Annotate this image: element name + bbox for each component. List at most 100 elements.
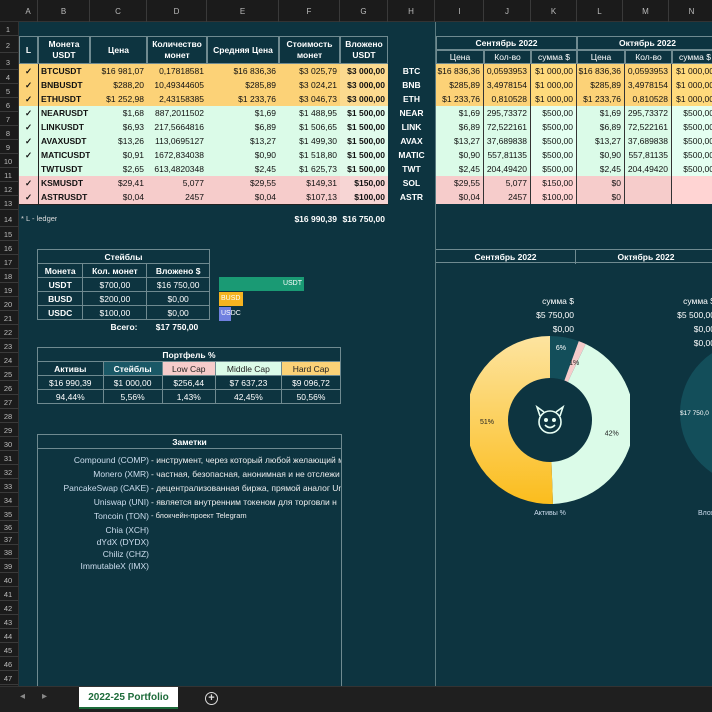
stables-cell[interactable]: USDC xyxy=(36,305,84,320)
month-cell[interactable]: $500,00 xyxy=(672,120,712,134)
row-header[interactable]: 9 xyxy=(0,140,18,154)
row-header[interactable]: 16 xyxy=(0,241,18,255)
month-cell[interactable]: 0,810528 xyxy=(484,92,531,106)
cell-price[interactable]: $1 252,98 xyxy=(90,92,147,106)
month-cell[interactable]: 295,73372 xyxy=(484,106,531,120)
prev-sheet-icon[interactable]: ◂ xyxy=(20,691,25,702)
cell-invested[interactable]: $3 000,00 xyxy=(340,78,388,92)
column-header[interactable]: D xyxy=(147,0,207,22)
row-header[interactable]: 1 xyxy=(0,22,18,36)
cell-coin[interactable]: AVAXUSDT xyxy=(38,134,90,148)
stables-cell[interactable]: USDT xyxy=(36,277,84,292)
column-header[interactable]: C xyxy=(90,0,147,22)
row-header[interactable]: 19 xyxy=(0,283,18,297)
cell-coin[interactable]: NEARUSDT xyxy=(38,106,90,120)
stables-cell[interactable]: $100,00 xyxy=(82,305,148,320)
row-header[interactable]: 40 xyxy=(0,573,18,587)
row-header[interactable]: 13 xyxy=(0,196,18,210)
cell-avg[interactable]: $0,04 xyxy=(207,190,279,204)
cell-qty[interactable]: 2,43158385 xyxy=(147,92,207,106)
cell-invested[interactable]: $150,00 xyxy=(340,176,388,190)
cell-price[interactable]: $0,04 xyxy=(90,190,147,204)
column-header[interactable]: H xyxy=(388,0,435,22)
portfolio-value[interactable]: $7 637,23 xyxy=(214,375,282,390)
row-header[interactable]: 30 xyxy=(0,437,18,451)
stables-cell[interactable]: $200,00 xyxy=(82,291,148,306)
portfolio-percent[interactable]: 1,43% xyxy=(161,389,216,404)
month-cell[interactable]: $1,69 xyxy=(436,106,484,120)
month-cell[interactable]: $16 836,36 xyxy=(436,64,484,78)
month-cell[interactable]: $1 233,76 xyxy=(436,92,484,106)
cell-value[interactable]: $1 518,80 xyxy=(279,148,340,162)
row-header[interactable]: 7 xyxy=(0,112,18,126)
column-header[interactable]: B xyxy=(38,0,90,22)
cell-qty[interactable]: 113,0695127 xyxy=(147,134,207,148)
portfolio-percent[interactable]: 50,56% xyxy=(280,389,342,404)
sheet-tab-active[interactable]: 2022-25 Portfolio xyxy=(79,687,178,709)
column-header[interactable]: M xyxy=(623,0,669,22)
month-cell[interactable]: $500,00 xyxy=(531,120,577,134)
month-cell[interactable]: $0 xyxy=(577,190,625,204)
cell-avg[interactable]: $29,55 xyxy=(207,176,279,190)
row-header[interactable]: 41 xyxy=(0,587,18,601)
row-header[interactable]: 34 xyxy=(0,493,18,507)
row-header[interactable]: 5 xyxy=(0,84,18,98)
cell-price[interactable]: $2,65 xyxy=(90,162,147,176)
portfolio-percent[interactable]: 42,45% xyxy=(214,389,282,404)
row-header[interactable]: 46 xyxy=(0,657,18,671)
row-header[interactable]: 45 xyxy=(0,643,18,657)
month-cell[interactable]: $500,00 xyxy=(672,134,712,148)
column-header[interactable]: G xyxy=(340,0,388,22)
row-header[interactable]: 18 xyxy=(0,269,18,283)
row-header[interactable]: 47 xyxy=(0,671,18,685)
month-cell[interactable]: $150,00 xyxy=(531,176,577,190)
cell-qty[interactable]: 10,49344605 xyxy=(147,78,207,92)
month-cell[interactable] xyxy=(625,190,672,204)
row-header[interactable]: 35 xyxy=(0,507,18,521)
month-cell[interactable]: $0,90 xyxy=(436,148,484,162)
month-cell[interactable]: 0,810528 xyxy=(625,92,672,106)
row-header[interactable]: 23 xyxy=(0,339,18,353)
add-sheet-icon[interactable]: + xyxy=(205,692,218,705)
month-cell[interactable]: $100,00 xyxy=(531,190,577,204)
month-cell[interactable]: 3,4978154 xyxy=(484,78,531,92)
cell-invested[interactable]: $3 000,00 xyxy=(340,64,388,78)
cell-coin[interactable]: TWTUSDT xyxy=(38,162,90,176)
row-header[interactable]: 28 xyxy=(0,409,18,423)
month-cell[interactable]: $0 xyxy=(577,176,625,190)
column-header[interactable]: A xyxy=(19,0,38,22)
month-cell[interactable]: 2457 xyxy=(484,190,531,204)
portfolio-value[interactable]: $9 096,72 xyxy=(280,375,342,390)
cell-price[interactable]: $1,68 xyxy=(90,106,147,120)
cell-invested[interactable]: $1 500,00 xyxy=(340,162,388,176)
row-header[interactable]: 37 xyxy=(0,533,18,545)
month-cell[interactable]: $500,00 xyxy=(531,134,577,148)
cell-value[interactable]: $1 625,73 xyxy=(279,162,340,176)
month-cell[interactable]: $285,89 xyxy=(436,78,484,92)
column-header[interactable]: E xyxy=(207,0,279,22)
month-cell[interactable]: $2,45 xyxy=(577,162,625,176)
cell-coin[interactable]: ETHUSDT xyxy=(38,92,90,106)
cell-price[interactable]: $288,20 xyxy=(90,78,147,92)
summary-value[interactable]: $5 500,00 xyxy=(577,308,712,322)
month-cell[interactable]: $1 000,00 xyxy=(531,64,577,78)
month-cell[interactable]: 72,522161 xyxy=(484,120,531,134)
row-header[interactable]: 42 xyxy=(0,601,18,615)
row-header[interactable]: 26 xyxy=(0,381,18,395)
month-cell[interactable]: 204,49420 xyxy=(625,162,672,176)
row-header[interactable]: 15 xyxy=(0,227,18,241)
cell-avg[interactable]: $2,45 xyxy=(207,162,279,176)
row-header[interactable]: 10 xyxy=(0,154,18,168)
row-header[interactable]: 3 xyxy=(0,53,18,70)
cell-coin[interactable]: LINKUSDT xyxy=(38,120,90,134)
month-cell[interactable]: $1,69 xyxy=(577,106,625,120)
row-header[interactable]: 33 xyxy=(0,479,18,493)
cell-invested[interactable]: $100,00 xyxy=(340,190,388,204)
row-header[interactable]: 22 xyxy=(0,325,18,339)
cell-invested[interactable]: $1 500,00 xyxy=(340,148,388,162)
stables-cell[interactable]: BUSD xyxy=(36,291,84,306)
month-cell[interactable]: $500,00 xyxy=(531,106,577,120)
cell-avg[interactable]: $285,89 xyxy=(207,78,279,92)
column-header[interactable]: F xyxy=(279,0,340,22)
cell-coin[interactable]: MATICUSDT xyxy=(38,148,90,162)
